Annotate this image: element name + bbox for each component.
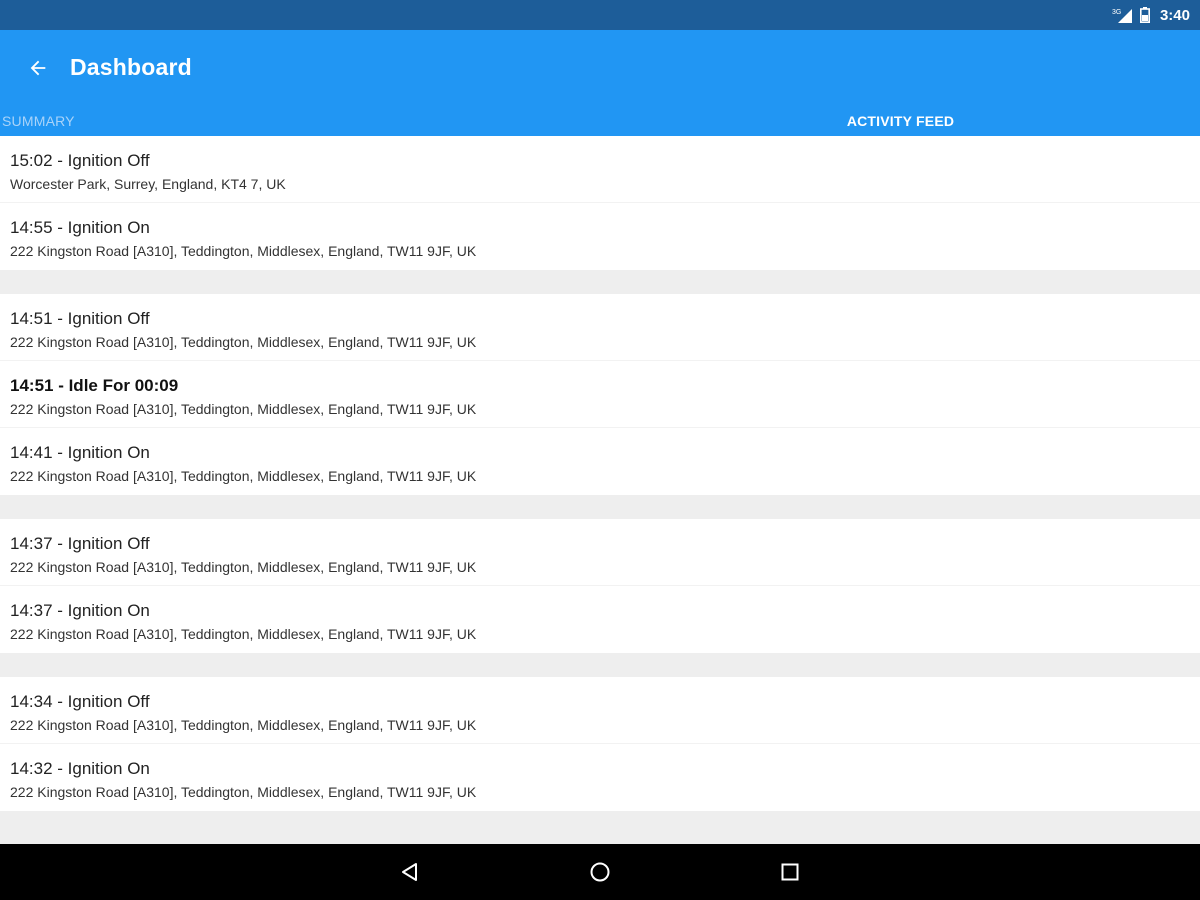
entry-event: 14:37 - Ignition On — [10, 601, 150, 620]
feed-entry[interactable]: 15:02 - Ignition Off Worcester Park, Sur… — [0, 136, 1200, 203]
entry-address: 222 Kingston Road [A310], Teddington, Mi… — [10, 243, 477, 259]
entry-event: 14:41 - Ignition On — [10, 443, 150, 462]
tab-activity-feed[interactable]: ACTIVITY FEED — [601, 106, 1200, 136]
entry-address: 222 Kingston Road [A310], Teddington, Mi… — [10, 468, 477, 484]
feed-entry[interactable]: 14:37 - Ignition Off 222 Kingston Road [… — [0, 519, 1200, 586]
app-bar: Dashboard SUMMARY ACTIVITY FEED — [0, 30, 1200, 136]
page-title: Dashboard — [70, 54, 192, 80]
nav-recents-button[interactable] — [774, 856, 806, 888]
entry-event: 14:51 - Ignition Off — [10, 309, 150, 328]
feed-group: 15:02 - Ignition Off Worcester Park, Sur… — [0, 136, 1200, 270]
feed-group: 14:51 - Ignition Off 222 Kingston Road [… — [0, 294, 1200, 495]
entry-event: 14:55 - Ignition On — [10, 218, 150, 237]
arrow-left-icon — [27, 57, 49, 79]
feed-group: 14:34 - Ignition Off 222 Kingston Road [… — [0, 677, 1200, 811]
svg-text:3G: 3G — [1112, 9, 1121, 16]
feed-entry[interactable]: 14:51 - Ignition Off 222 Kingston Road [… — [0, 294, 1200, 361]
home-circle-icon — [589, 861, 611, 883]
tab-bar: SUMMARY ACTIVITY FEED — [0, 106, 1200, 136]
entry-event: 14:51 - Idle For 00:09 — [10, 376, 179, 395]
entry-address: 222 Kingston Road [A310], Teddington, Mi… — [10, 401, 477, 417]
feed-group: 14:37 - Ignition Off 222 Kingston Road [… — [0, 519, 1200, 653]
signal-icon: 3G — [1112, 7, 1132, 23]
entry-event: 14:37 - Ignition Off — [10, 534, 150, 553]
back-triangle-icon — [399, 861, 421, 883]
entry-address: 222 Kingston Road [A310], Teddington, Mi… — [10, 784, 477, 800]
feed-entry[interactable]: 14:41 - Ignition On 222 Kingston Road [A… — [0, 428, 1200, 495]
system-nav-bar — [0, 844, 1200, 900]
tab-summary[interactable]: SUMMARY — [0, 106, 601, 136]
nav-back-button[interactable] — [394, 856, 426, 888]
entry-address: Worcester Park, Surrey, England, KT4 7, … — [10, 176, 286, 192]
status-bar: 3G 3:40 — [0, 0, 1200, 30]
recents-square-icon — [779, 861, 801, 883]
entry-address: 222 Kingston Road [A310], Teddington, Mi… — [10, 626, 477, 642]
feed-entry[interactable]: 14:37 - Ignition On 222 Kingston Road [A… — [0, 586, 1200, 653]
feed-entry[interactable]: 14:55 - Ignition On 222 Kingston Road [A… — [0, 203, 1200, 270]
feed-entry[interactable]: 14:51 - Idle For 00:09 222 Kingston Road… — [0, 361, 1200, 428]
entry-event: 14:32 - Ignition On — [10, 759, 150, 778]
app-root: 3G 3:40 Dashboard SUMMARY ACTIVITY FEED — [0, 0, 1200, 900]
entry-address: 222 Kingston Road [A310], Teddington, Mi… — [10, 559, 477, 575]
status-time: 3:40 — [1159, 6, 1190, 24]
nav-home-button[interactable] — [584, 856, 616, 888]
feed-entry[interactable]: 14:34 - Ignition Off 222 Kingston Road [… — [0, 677, 1200, 744]
feed-entry[interactable]: 14:32 - Ignition On 222 Kingston Road [A… — [0, 744, 1200, 811]
entry-address: 222 Kingston Road [A310], Teddington, Mi… — [10, 717, 477, 733]
battery-icon — [1139, 7, 1150, 23]
entry-event: 15:02 - Ignition Off — [10, 151, 150, 170]
entry-event: 14:34 - Ignition Off — [10, 692, 150, 711]
back-button[interactable] — [22, 52, 54, 84]
activity-feed[interactable]: 15:02 - Ignition Off Worcester Park, Sur… — [0, 136, 1200, 844]
entry-address: 222 Kingston Road [A310], Teddington, Mi… — [10, 334, 477, 350]
